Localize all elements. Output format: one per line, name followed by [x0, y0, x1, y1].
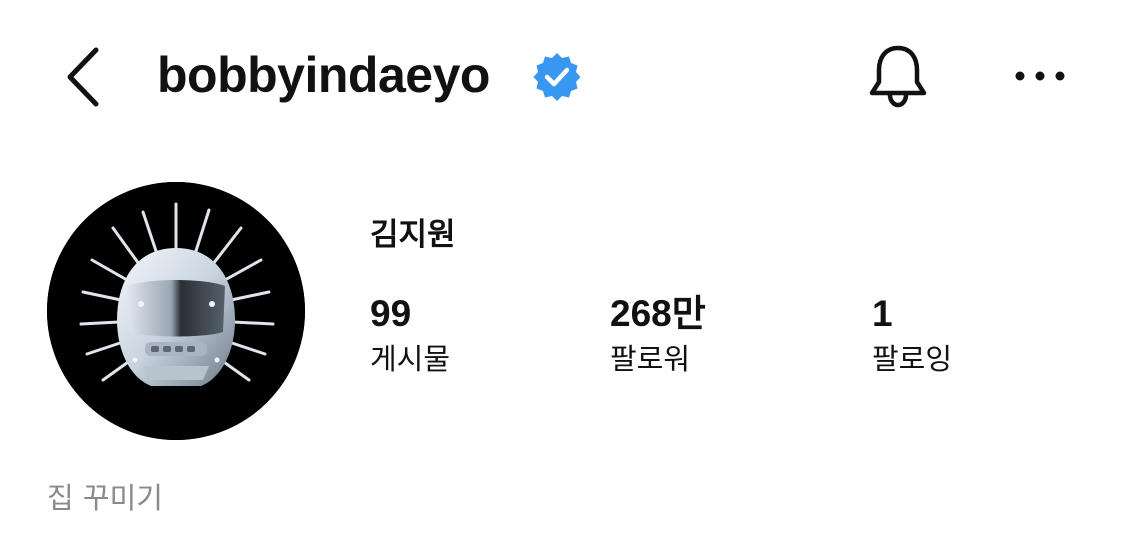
- bell-icon: [869, 45, 927, 108]
- following-count: 1: [872, 293, 893, 334]
- posts-count: 99: [370, 293, 412, 334]
- back-button[interactable]: [58, 42, 108, 112]
- more-horizontal-icon: [1015, 71, 1065, 81]
- chevron-left-icon: [67, 47, 99, 107]
- display-name: 김지원: [370, 217, 456, 253]
- profile-avatar[interactable]: [47, 182, 305, 440]
- posts-label: 게시물: [370, 342, 451, 376]
- followers-stat[interactable]: 268만 팔로워: [610, 290, 706, 380]
- notifications-button[interactable]: [862, 40, 934, 112]
- following-stat[interactable]: 1 팔로잉: [872, 290, 952, 380]
- username-title: bobbyindaeyo: [157, 47, 490, 103]
- followers-count: 268만: [610, 293, 706, 334]
- avatar-helmet-image: [47, 182, 305, 440]
- following-label: 팔로잉: [872, 342, 953, 376]
- profile-header: bobbyindaeyo: [0, 0, 1125, 150]
- posts-stat[interactable]: 99 게시물: [370, 290, 450, 380]
- more-options-button[interactable]: [1010, 56, 1070, 96]
- decorate-home-link[interactable]: 집 꾸미기: [47, 476, 163, 520]
- verified-badge-icon: [532, 51, 582, 101]
- followers-label: 팔로워: [610, 342, 691, 376]
